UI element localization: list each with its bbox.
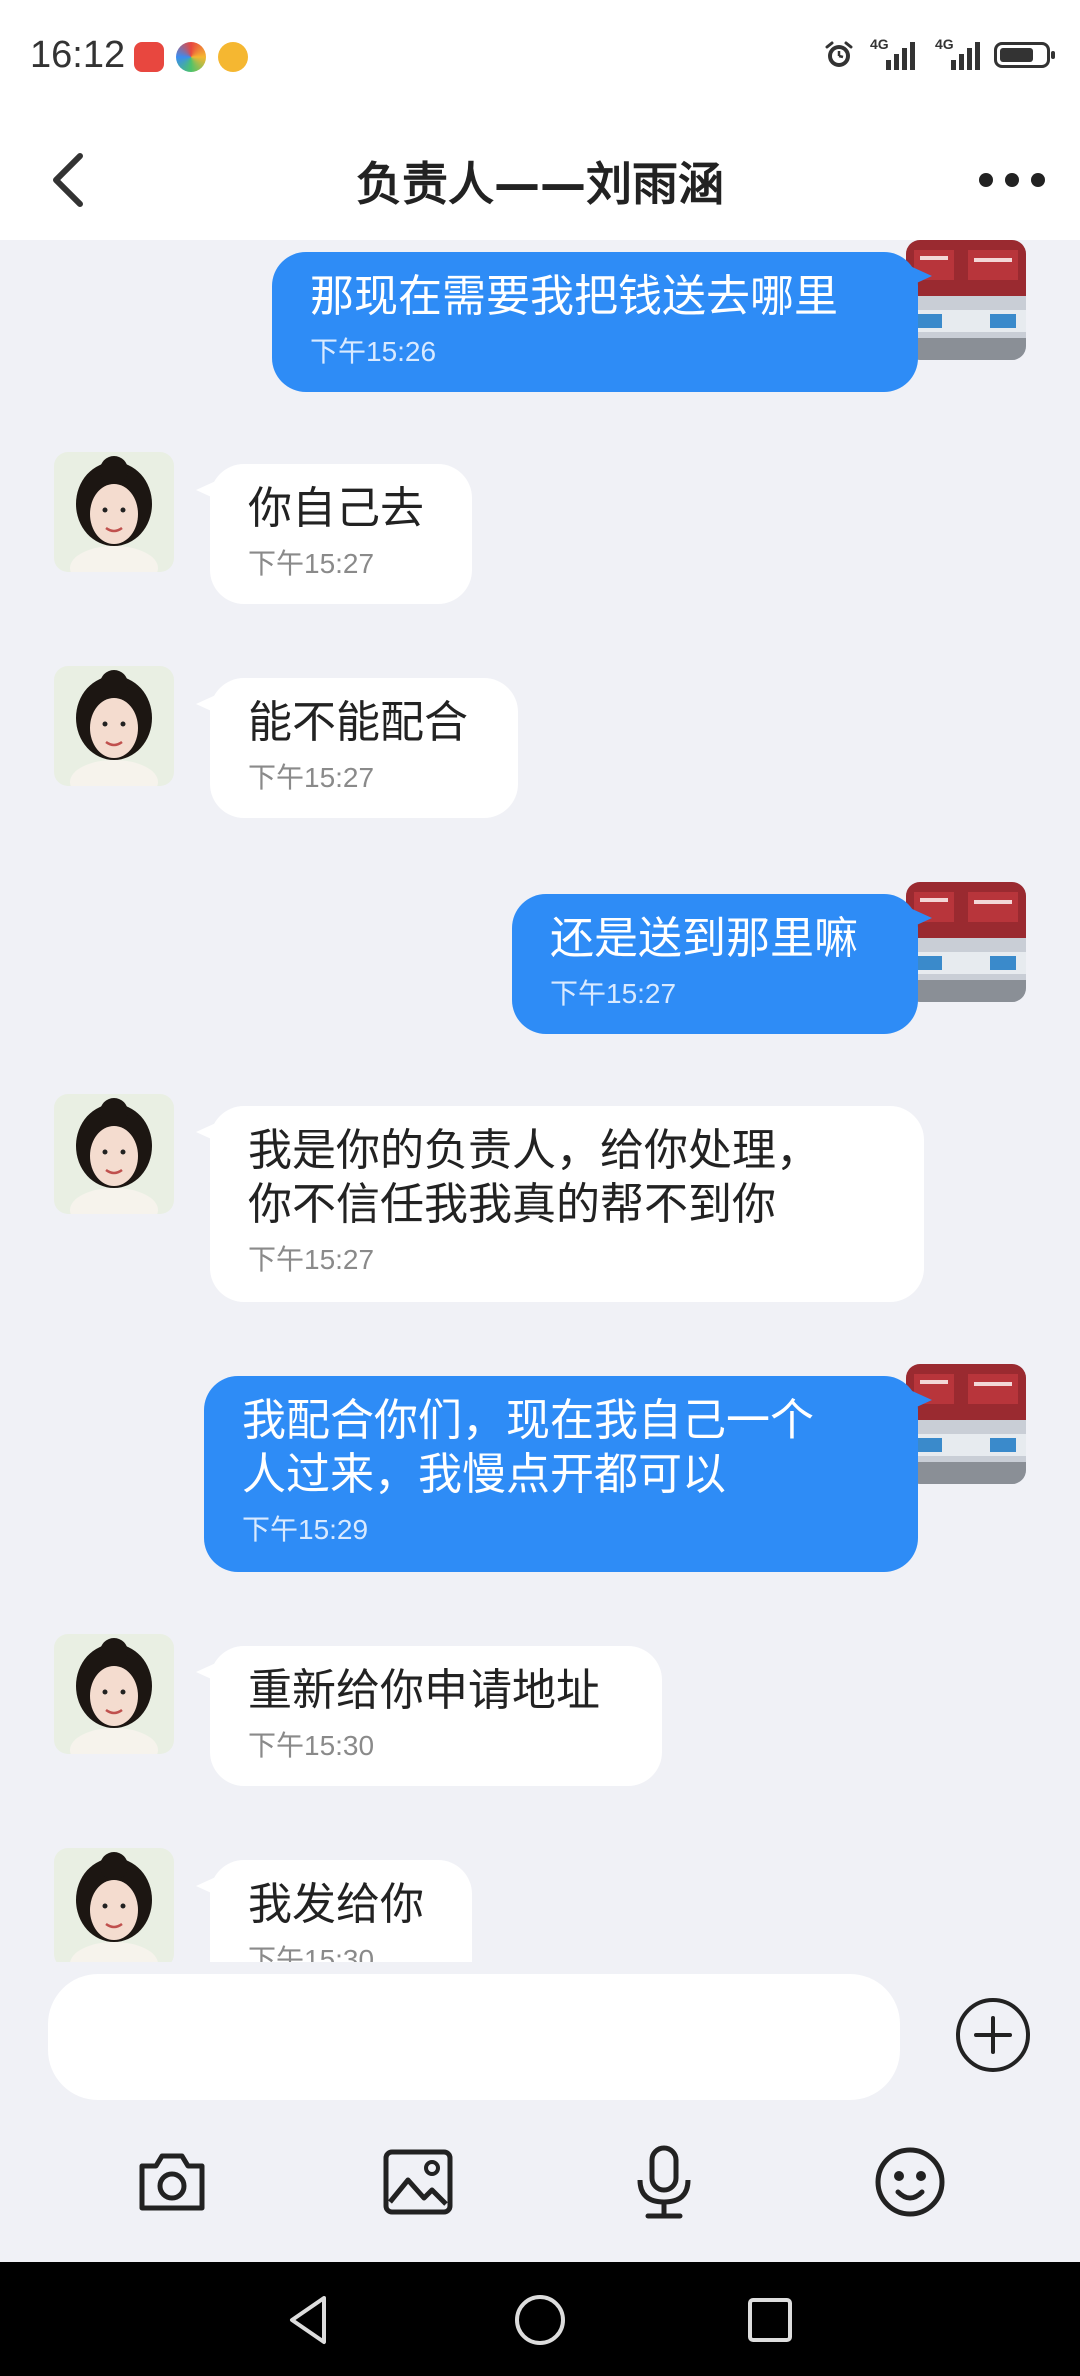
signal-2-icon: 4G (935, 36, 980, 70)
system-nav-bar (0, 2262, 1080, 2376)
message-bubble-sent[interactable]: 还是送到那里嘛 下午15:27 (512, 894, 932, 1034)
battery-icon (994, 42, 1055, 68)
message-time: 下午15:27 (248, 762, 375, 793)
home-circle-icon[interactable] (510, 2290, 570, 2350)
huawei-app-icon (134, 42, 164, 72)
message-time: 下午15:29 (242, 1514, 369, 1545)
message-bubble-received[interactable]: 我是你的负责人，给你处理， 你不信任我我真的帮不到你 下午15:27 (196, 1106, 924, 1302)
contact-avatar[interactable] (54, 1094, 174, 1214)
composer-toolbar (0, 2142, 1080, 2242)
contact-avatar[interactable] (54, 452, 174, 572)
microphone-icon[interactable] (624, 2142, 704, 2222)
message-time: 下午15:26 (310, 336, 437, 367)
camera-icon[interactable] (132, 2142, 212, 2222)
more-dots-icon[interactable] (972, 160, 1052, 200)
contact-avatar[interactable] (54, 666, 174, 786)
my-avatar[interactable] (906, 240, 1026, 360)
chat-header: 负责人——刘雨涵 (0, 120, 1080, 240)
message-time: 下午15:27 (248, 1244, 375, 1275)
message-bubble-sent[interactable]: 那现在需要我把钱送去哪里 下午15:26 (272, 252, 932, 392)
message-time: 下午15:30 (248, 1730, 375, 1761)
signal-1-label: 4G (870, 36, 889, 52)
message-bubble-received[interactable]: 能不能配合 下午15:27 (196, 678, 518, 818)
notification-icons (134, 42, 248, 72)
message-text: 我发给你 (248, 1879, 424, 1930)
message-input[interactable] (48, 1974, 900, 2100)
signal-1-icon: 4G (870, 36, 915, 70)
message-text: 你自己去 (248, 483, 424, 534)
message-bubble-received[interactable]: 我发给你 下午15:30 (196, 1860, 472, 1962)
message-time: 下午15:30 (248, 1944, 375, 1962)
composer (0, 1962, 1080, 2262)
message-bubble-received[interactable]: 你自己去 下午15:27 (196, 464, 472, 604)
chat-title: 负责人——刘雨涵 (356, 157, 724, 211)
my-avatar[interactable] (906, 1364, 1026, 1484)
message-text: 我是你的负责人，给你处理， 你不信任我我真的帮不到你 (248, 1125, 820, 1230)
message-text: 那现在需要我把钱送去哪里 (310, 271, 838, 322)
emoji-icon[interactable] (870, 2142, 950, 2222)
message-bubble-sent[interactable]: 我配合你们，现在我自己一个 人过来，我慢点开都可以 下午15:29 (204, 1376, 932, 1572)
alarm-icon (825, 41, 853, 67)
message-time: 下午15:27 (550, 978, 677, 1009)
back-triangle-icon[interactable] (280, 2290, 340, 2350)
message-text: 还是送到那里嘛 (550, 913, 858, 964)
image-icon[interactable] (378, 2142, 458, 2222)
battery-fill (1000, 48, 1033, 62)
my-avatar[interactable] (906, 882, 1026, 1002)
plus-circle-icon[interactable] (954, 1996, 1032, 2074)
signal-2-label: 4G (935, 36, 954, 52)
message-text: 我配合你们，现在我自己一个 人过来，我慢点开都可以 (242, 1395, 814, 1500)
message-text: 能不能配合 (248, 697, 468, 748)
status-bar: 16:12 4G 4G (0, 0, 1080, 120)
message-time: 下午15:27 (248, 548, 375, 579)
status-time: 16:12 (30, 34, 126, 76)
message-text: 重新给你申请地址 (248, 1665, 600, 1716)
chat-area[interactable]: 那现在需要我把钱送去哪里 下午15:26 你自己去 下午15:27 能不能配合 … (0, 240, 1080, 1962)
recents-square-icon[interactable] (740, 2290, 800, 2350)
color-app-icon (176, 42, 206, 72)
contact-avatar[interactable] (54, 1634, 174, 1754)
message-bubble-received[interactable]: 重新给你申请地址 下午15:30 (196, 1646, 662, 1786)
contact-avatar[interactable] (54, 1848, 174, 1962)
status-indicators: 4G 4G (824, 36, 1055, 70)
weibo-icon (218, 42, 248, 72)
